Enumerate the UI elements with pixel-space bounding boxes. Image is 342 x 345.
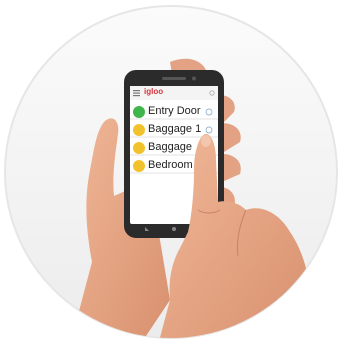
lock-item-bedroom[interactable]: Bedroom [148,159,193,171]
lock-item-baggage-1[interactable]: Baggage 1 [148,123,201,135]
lock-status-icon [133,106,145,118]
phone-camera [192,76,196,81]
lock-item-baggage[interactable]: Baggage [148,141,192,153]
hamburger-menu-icon[interactable] [133,90,140,92]
scene-illustration [4,5,338,339]
brand-logo: igloo [144,87,164,96]
lock-item-entry-door[interactable]: Entry Door [148,105,201,117]
background-device-screen [280,290,335,338]
fingernail [201,135,211,147]
lock-status-icon [133,160,145,172]
lock-status-icon [133,142,145,154]
lock-status-icon [133,124,145,136]
home-icon[interactable] [172,227,176,231]
phone-speaker [162,77,186,80]
